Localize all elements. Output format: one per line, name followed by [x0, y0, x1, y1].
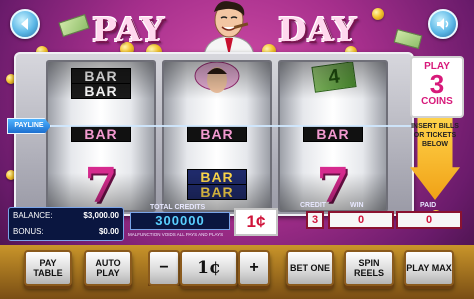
pay-table-label: PAY TABLE	[33, 258, 63, 278]
back-icon	[21, 18, 28, 30]
reel3-top-number: 4	[326, 65, 342, 89]
reel3-middle-bar: BAR	[303, 126, 363, 142]
denom-value-button: 1¢	[180, 250, 238, 286]
reel3-dollar-symbol: 4	[311, 62, 357, 93]
coins-label: COINS	[421, 96, 453, 107]
reel1-top-bar-2: BAR	[71, 83, 131, 99]
total-credits-label: TOTAL CREDITS	[150, 204, 206, 211]
play-coins-count: 3	[429, 69, 445, 99]
reel1-bottom-seven: 7	[84, 158, 118, 212]
payline-label: PAYLINE	[7, 118, 51, 134]
back-button[interactable]	[10, 9, 40, 39]
coin-decoration	[372, 8, 384, 20]
play-max-label: PLAY MAX	[406, 263, 452, 273]
total-credits-value: 300000	[130, 212, 230, 230]
paid-value: 0	[396, 211, 462, 229]
reel-2: BAR BAR BAR	[162, 60, 272, 212]
money-bill-decoration	[58, 14, 90, 37]
reel1-top-bar: BAR	[71, 68, 131, 84]
insert-bills-indicator: INSERT BILLS OR TICKETS BELOW	[410, 118, 460, 200]
bet-one-button[interactable]: BET ONE	[286, 250, 334, 286]
denomination-display: 1¢	[234, 208, 278, 236]
paid-label: PAID	[420, 202, 437, 209]
play-coins-box: PLAY 3 COINS	[410, 56, 464, 118]
mascot-character	[203, 1, 255, 56]
balance-label: BALANCE:	[13, 211, 53, 220]
win-label: WIN	[350, 202, 364, 209]
reel2-bottom-bar-low: BAR	[187, 184, 247, 200]
reel2-mascot-symbol	[194, 62, 240, 93]
reel2-bottom-bar-top: BAR	[187, 169, 247, 185]
denom-minus-button[interactable]: −	[148, 250, 180, 286]
pay-table-button[interactable]: PAY TABLE	[24, 250, 72, 286]
game-title-left: PAY	[92, 10, 165, 49]
denom-value-label: 1¢	[197, 258, 221, 278]
balance-value: $3,000.00	[83, 211, 119, 220]
money-bill-decoration	[393, 28, 423, 50]
denom-plus-button[interactable]: +	[238, 250, 270, 286]
auto-play-button[interactable]: AUTO PLAY	[84, 250, 132, 286]
bet-one-label: BET ONE	[289, 263, 330, 273]
reel1-middle-bar: BAR	[71, 126, 131, 142]
reels-cabinet: BAR BAR BAR 7 BAR BAR BAR 4 BAR 7	[14, 52, 414, 216]
spin-reels-label: SPIN REELS	[353, 258, 384, 278]
reel2-middle-bar: BAR	[187, 126, 247, 142]
slot-machine-screen: PAY DAY BAR BAR BAR 7 BAR BAR BAR 4 BAR …	[0, 0, 474, 299]
play-max-button[interactable]: PLAY MAX	[404, 250, 454, 286]
sound-button[interactable]	[428, 9, 458, 39]
payline	[8, 125, 412, 127]
minus-icon: −	[159, 259, 169, 276]
sound-icon	[437, 18, 449, 30]
malfunction-notice: MALFUNCTION VOIDS ALL PAYS AND PLAYS	[128, 232, 224, 237]
credit-value: 3	[306, 211, 324, 229]
reel-1: BAR BAR BAR 7	[46, 60, 156, 212]
bonus-label: BONUS:	[13, 227, 44, 236]
win-value: 0	[328, 211, 394, 229]
plus-icon: +	[249, 259, 259, 276]
reel-3: 4 BAR 7	[278, 60, 388, 212]
bonus-value: $0.00	[98, 227, 119, 236]
spin-reels-button[interactable]: SPIN REELS	[344, 250, 394, 286]
auto-play-label: AUTO PLAY	[95, 258, 121, 278]
balance-panel: BALANCE: $3,000.00 BONUS: $0.00	[8, 207, 124, 241]
game-title-right: DAY	[278, 10, 358, 49]
credit-label: CREDIT	[300, 202, 327, 209]
insert-bills-text: INSERT BILLS OR TICKETS BELOW	[411, 123, 459, 148]
